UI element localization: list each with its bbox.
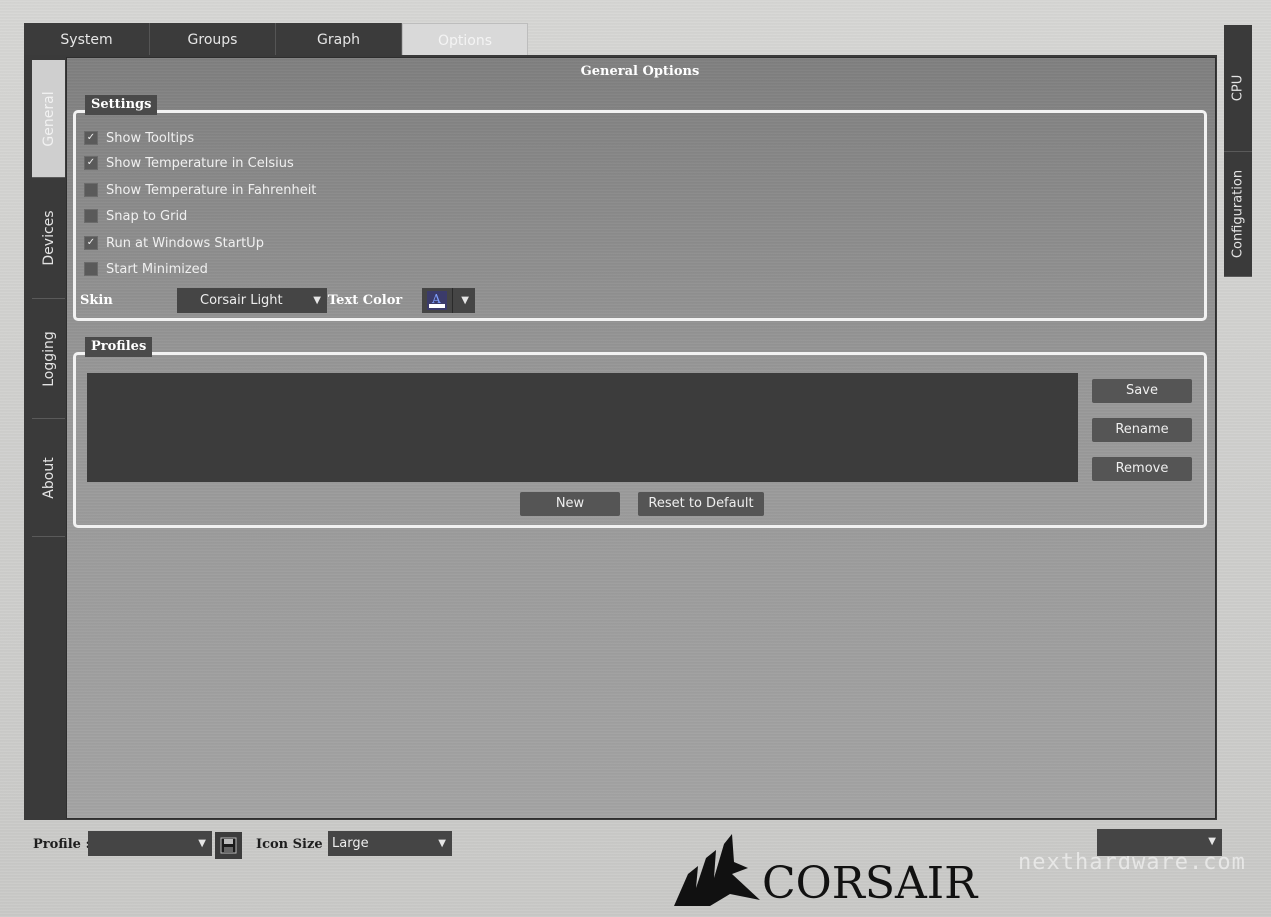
profile-select[interactable]: ▼ bbox=[88, 831, 212, 856]
floppy-disk-icon bbox=[220, 837, 237, 854]
checkbox-label: Snap to Grid bbox=[106, 208, 188, 224]
checkbox-box[interactable]: ✓ bbox=[84, 131, 98, 145]
page-title: General Options bbox=[580, 64, 700, 79]
save-profile-button[interactable] bbox=[215, 832, 242, 859]
icon-size-select[interactable]: Large ▼ bbox=[328, 831, 452, 856]
side-tab-devices-label: Devices bbox=[40, 210, 57, 266]
checkbox-label: Show Tooltips bbox=[106, 130, 195, 146]
corsair-sails-icon bbox=[674, 834, 760, 906]
run-at-startup-checkbox[interactable]: ✓ Run at Windows StartUp bbox=[84, 233, 264, 253]
profiles-list[interactable] bbox=[87, 373, 1078, 482]
show-celsius-checkbox[interactable]: ✓ Show Temperature in Celsius bbox=[84, 153, 294, 173]
checkbox-box[interactable] bbox=[84, 209, 98, 223]
skin-label: Skin bbox=[80, 293, 113, 308]
checkbox-box[interactable] bbox=[84, 183, 98, 197]
snap-to-grid-checkbox[interactable]: Snap to Grid bbox=[84, 206, 187, 226]
profile-label: Profile : bbox=[33, 837, 91, 852]
right-tab-configuration[interactable]: Configuration bbox=[1224, 152, 1252, 277]
rename-button[interactable]: Rename bbox=[1092, 418, 1192, 442]
skin-select[interactable]: Corsair Light ▼ bbox=[177, 288, 327, 313]
top-tab-bar: System Groups Graph Options bbox=[24, 23, 528, 55]
corsair-wordmark: CORSAIR bbox=[762, 858, 978, 909]
save-button[interactable]: Save bbox=[1092, 379, 1192, 403]
new-button[interactable]: New bbox=[520, 492, 620, 516]
settings-legend: Settings bbox=[85, 95, 158, 115]
chevron-down-icon: ▼ bbox=[313, 295, 321, 306]
checkbox-label: Show Temperature in Celsius bbox=[106, 155, 294, 171]
chevron-down-icon: ▼ bbox=[198, 838, 206, 849]
tab-groups[interactable]: Groups bbox=[150, 23, 276, 55]
icon-size-value: Large bbox=[332, 836, 369, 851]
show-fahrenheit-checkbox[interactable]: Show Temperature in Fahrenheit bbox=[84, 180, 316, 200]
bottom-right-select[interactable]: ▼ bbox=[1097, 829, 1222, 856]
side-tab-about[interactable]: About bbox=[32, 419, 65, 537]
checkbox-label: Run at Windows StartUp bbox=[106, 235, 264, 251]
side-tab-general-label: General bbox=[40, 90, 57, 147]
chevron-down-icon: ▼ bbox=[1208, 836, 1216, 847]
tab-graph[interactable]: Graph bbox=[276, 23, 402, 55]
show-tooltips-checkbox[interactable]: ✓ Show Tooltips bbox=[84, 128, 194, 148]
color-bar bbox=[429, 304, 445, 308]
text-color-swatch-icon: A bbox=[427, 291, 447, 310]
icon-size-label: Icon Size : bbox=[256, 837, 332, 852]
right-tab-cpu-label: CPU bbox=[1230, 74, 1246, 102]
side-tab-devices[interactable]: Devices bbox=[32, 178, 65, 299]
text-color-glyph: A bbox=[432, 292, 441, 306]
side-tab-general[interactable]: General bbox=[32, 60, 65, 178]
checkbox-box[interactable] bbox=[84, 262, 98, 276]
separator bbox=[452, 288, 453, 313]
right-tab-cpu[interactable]: CPU bbox=[1224, 25, 1252, 152]
corsair-logo: CORSAIR bbox=[670, 828, 1000, 910]
remove-button[interactable]: Remove bbox=[1092, 457, 1192, 481]
text-color-label: Text Color bbox=[328, 293, 403, 308]
side-tab-logging[interactable]: Logging bbox=[32, 299, 65, 419]
checkbox-box[interactable]: ✓ bbox=[84, 236, 98, 250]
right-tab-configuration-label: Configuration bbox=[1230, 169, 1246, 259]
checkbox-box[interactable]: ✓ bbox=[84, 156, 98, 170]
profiles-legend: Profiles bbox=[85, 337, 153, 357]
checkbox-label: Start Minimized bbox=[106, 261, 208, 277]
checkbox-label: Show Temperature in Fahrenheit bbox=[106, 182, 317, 198]
side-tab-logging-label: Logging bbox=[40, 330, 57, 387]
side-tab-about-label: About bbox=[40, 456, 57, 499]
chevron-down-icon: ▼ bbox=[461, 295, 469, 306]
reset-to-default-button[interactable]: Reset to Default bbox=[638, 492, 764, 516]
chevron-down-icon: ▼ bbox=[438, 838, 446, 849]
skin-select-value: Corsair Light bbox=[200, 293, 283, 308]
text-color-picker[interactable]: A ▼ bbox=[422, 288, 475, 313]
start-minimized-checkbox[interactable]: Start Minimized bbox=[84, 259, 208, 279]
tab-options[interactable]: Options bbox=[402, 23, 528, 55]
tab-system[interactable]: System bbox=[24, 23, 150, 55]
